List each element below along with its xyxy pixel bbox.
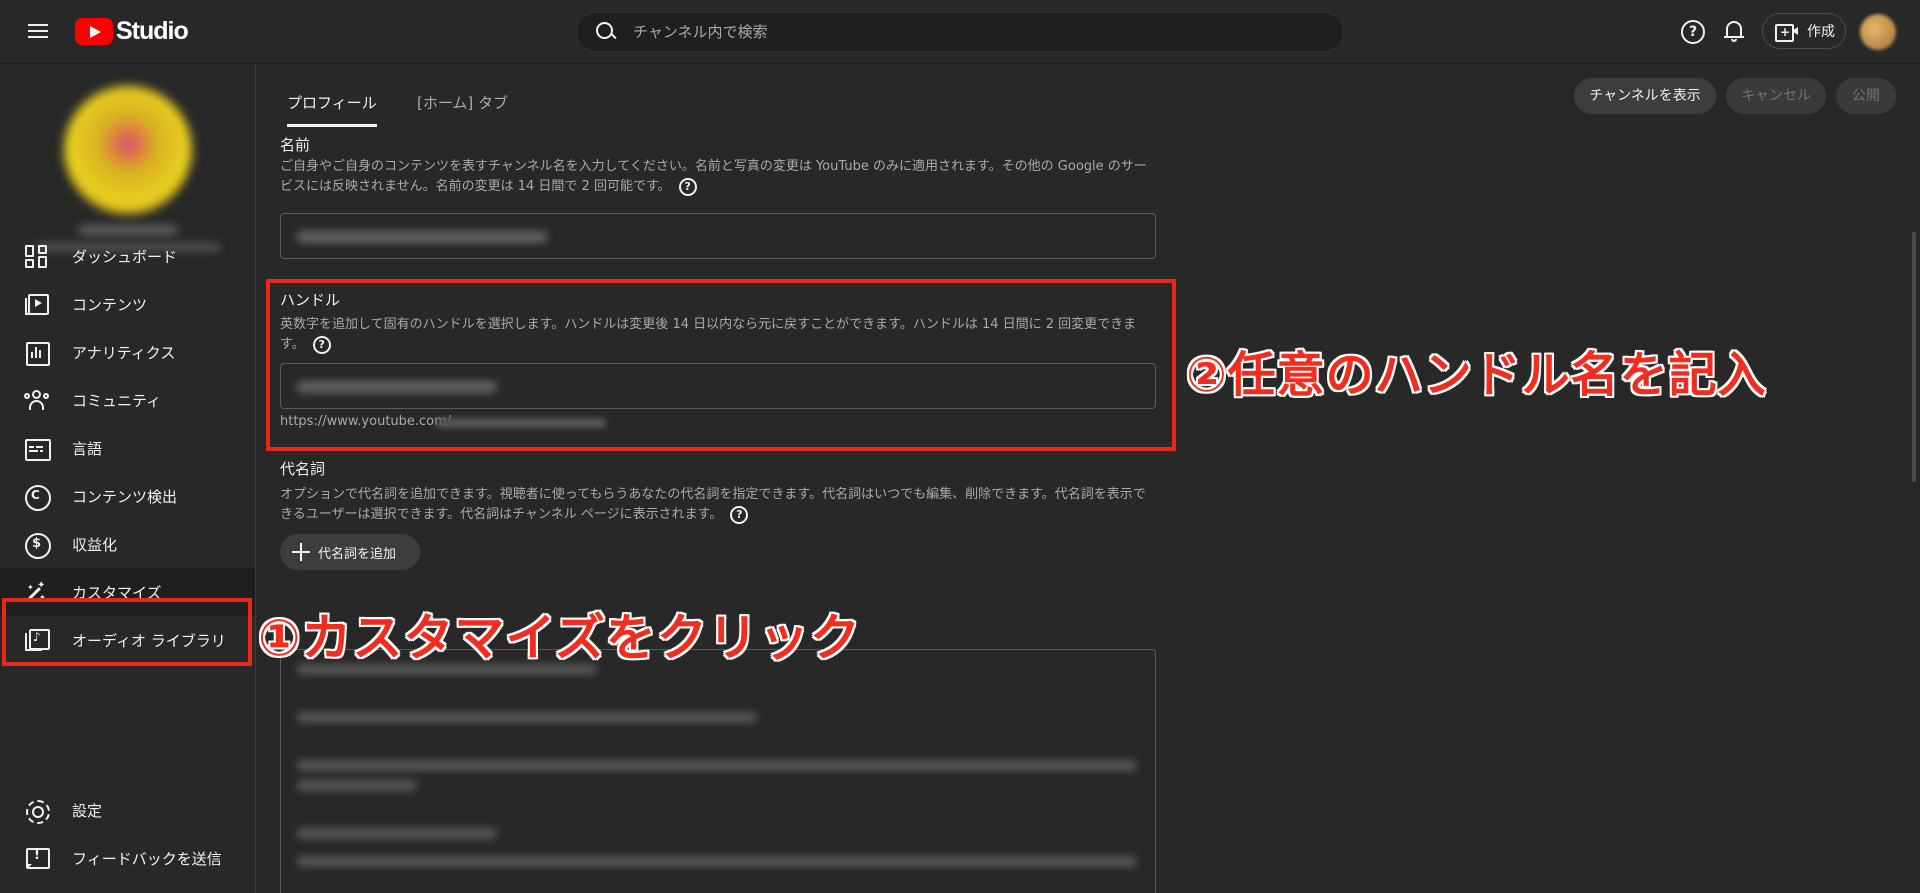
sidebar-item-label: オーディオ ライブラリ bbox=[72, 631, 226, 650]
handle-section-description: 英数字を追加して固有のハンドルを選択します。ハンドルは変更後 14 日以内なら元… bbox=[280, 315, 1156, 355]
sidebar-item-dashboard[interactable]: ダッシュボード bbox=[0, 232, 255, 280]
cancel-button[interactable]: キャンセル bbox=[1726, 78, 1826, 114]
handle-url-redacted bbox=[436, 418, 606, 428]
scrollbar[interactable] bbox=[1912, 232, 1916, 482]
audio-library-icon bbox=[24, 628, 50, 652]
gear-icon bbox=[24, 798, 50, 824]
handle-url-prefix: https://www.youtube.com/ bbox=[280, 414, 452, 429]
dashboard-icon bbox=[24, 244, 48, 268]
create-label: 作成 bbox=[1807, 24, 1835, 40]
feedback-icon bbox=[24, 846, 50, 870]
add-pronoun-button[interactable]: 代名詞を追加 bbox=[280, 534, 420, 570]
youtube-play-icon bbox=[75, 17, 113, 45]
name-section-title: 名前 bbox=[280, 136, 311, 154]
channel-name-value-redacted bbox=[297, 231, 547, 243]
publish-button[interactable]: 公開 bbox=[1836, 78, 1896, 114]
account-avatar[interactable] bbox=[1860, 14, 1896, 50]
sidebar-item-languages[interactable]: 言語 bbox=[0, 424, 255, 472]
handle-section-title: ハンドル bbox=[280, 291, 341, 309]
video-add-icon: + bbox=[1775, 22, 1799, 42]
analytics-icon bbox=[24, 340, 50, 366]
monetization-icon bbox=[24, 532, 51, 559]
description-redacted-line bbox=[297, 780, 417, 791]
tab-home[interactable]: [ホーム] タブ bbox=[417, 92, 508, 113]
sidebar-item-analytics[interactable]: アナリティクス bbox=[0, 328, 255, 376]
sidebar-item-content-detection[interactable]: コンテンツ検出 bbox=[0, 472, 255, 520]
sidebar-item-label: カスタマイズ bbox=[72, 583, 162, 602]
handle-value-redacted bbox=[297, 381, 497, 393]
help-icon[interactable]: ? bbox=[730, 505, 749, 524]
description-redacted-line bbox=[297, 760, 1137, 771]
sidebar-item-label: ダッシュボード bbox=[72, 247, 178, 266]
menu-icon[interactable] bbox=[24, 20, 52, 44]
description-redacted-line bbox=[297, 856, 1137, 867]
sidebar-item-audio-library[interactable]: オーディオ ライブラリ bbox=[0, 616, 255, 664]
channel-avatar[interactable] bbox=[64, 86, 192, 214]
pronoun-section-description: オプションで代名詞を追加できます。視聴者に使ってもらうあなたの代名詞を指定できま… bbox=[280, 485, 1156, 525]
description-redacted-line bbox=[297, 712, 757, 723]
subtitles-icon bbox=[24, 436, 51, 461]
handle-description-text: 英数字を追加して固有のハンドルを選択します。ハンドルは変更後 14 日以内なら元… bbox=[280, 317, 1137, 352]
name-section-description: ご自身やご自身のコンテンツを表すチャンネル名を入力してください。名前と写真の変更… bbox=[280, 157, 1156, 197]
search-bar[interactable] bbox=[576, 12, 1344, 52]
youtube-studio-logo[interactable]: Studio bbox=[75, 15, 189, 47]
help-icon[interactable]: ? bbox=[312, 335, 331, 354]
sidebar-item-settings[interactable]: 設定 bbox=[0, 786, 255, 834]
top-bar: Studio ? + 作成 bbox=[0, 0, 1920, 64]
notification-bell-icon[interactable] bbox=[1722, 18, 1746, 44]
copyright-icon bbox=[24, 484, 51, 511]
logo-text: Studio bbox=[116, 16, 189, 45]
active-tab-indicator bbox=[287, 124, 377, 127]
view-channel-button[interactable]: チャンネルを表示 bbox=[1574, 78, 1716, 114]
sidebar-item-content[interactable]: コンテンツ bbox=[0, 280, 255, 328]
sidebar-item-label: コミュニティ bbox=[72, 391, 162, 410]
name-description-text: ご自身やご自身のコンテンツを表すチャンネル名を入力してください。名前と写真の変更… bbox=[280, 159, 1147, 194]
channel-name-input[interactable] bbox=[280, 213, 1156, 259]
sidebar-item-customization[interactable]: ✦ ✦ ✦ カスタマイズ bbox=[0, 568, 255, 616]
magic-wand-icon: ✦ ✦ ✦ bbox=[27, 580, 46, 603]
sidebar-item-label: コンテンツ検出 bbox=[72, 487, 178, 506]
sidebar-item-label: 言語 bbox=[72, 439, 103, 458]
sidebar-item-label: 設定 bbox=[72, 801, 103, 820]
handle-input[interactable] bbox=[280, 363, 1156, 409]
tab-profile[interactable]: プロフィール bbox=[287, 92, 377, 113]
pronoun-section-title: 代名詞 bbox=[280, 460, 326, 478]
description-textarea[interactable] bbox=[280, 649, 1156, 893]
community-icon bbox=[24, 388, 49, 412]
sidebar-item-label: アナリティクス bbox=[72, 343, 176, 362]
annotation-step1: ①カスタマイズをクリック bbox=[258, 609, 861, 667]
help-icon[interactable]: ? bbox=[678, 177, 697, 196]
sidebar-item-community[interactable]: コミュニティ bbox=[0, 376, 255, 424]
search-icon[interactable] bbox=[595, 21, 617, 43]
sidebar-item-label: コンテンツ bbox=[72, 295, 148, 314]
annotation-step2: ②任意のハンドル名を記入 bbox=[1186, 347, 1767, 403]
add-pronoun-label: 代名詞を追加 bbox=[318, 546, 397, 562]
content-icon bbox=[24, 292, 49, 316]
sidebar-item-label: 収益化 bbox=[72, 535, 118, 554]
search-input[interactable] bbox=[633, 23, 1343, 41]
pronoun-description-text: オプションで代名詞を追加できます。視聴者に使ってもらうあなたの代名詞を指定できま… bbox=[280, 487, 1146, 522]
sidebar-item-label: フィードバックを送信 bbox=[72, 849, 222, 868]
help-icon[interactable]: ? bbox=[1681, 20, 1705, 44]
sidebar-item-monetization[interactable]: 収益化 bbox=[0, 520, 255, 568]
create-button[interactable]: + 作成 bbox=[1762, 13, 1846, 49]
description-redacted-line bbox=[297, 828, 497, 839]
plus-icon bbox=[292, 543, 310, 561]
sidebar: ダッシュボード コンテンツ アナリティクス コミュニティ 言語 コ bbox=[0, 64, 256, 893]
sidebar-item-send-feedback[interactable]: フィードバックを送信 bbox=[0, 834, 255, 882]
